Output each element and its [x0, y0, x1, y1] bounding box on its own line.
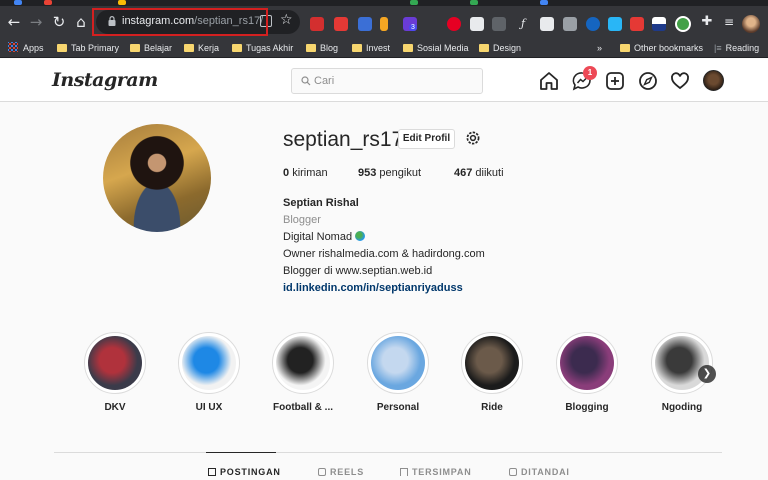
tabs-divider — [54, 452, 722, 453]
new-post-icon[interactable] — [605, 71, 625, 91]
highlights-next-chevron-icon[interactable]: ❯ — [698, 365, 716, 383]
story-highlight[interactable]: Football & ... — [272, 332, 334, 413]
instagram-header: Instagram Cari 1 — [0, 59, 768, 102]
active-tab-indicator — [206, 452, 276, 453]
story-highlight[interactable]: UI UX — [178, 332, 240, 413]
highlight-label: DKV — [104, 402, 126, 413]
highlight-cover — [560, 336, 614, 390]
posts-stat: 0 kiriman — [283, 167, 328, 179]
profile-username: septian_rs17 — [283, 128, 404, 151]
story-highlight[interactable]: DKV — [84, 332, 146, 413]
home-icon[interactable] — [539, 71, 559, 91]
highlight-ring — [651, 332, 713, 394]
reels-icon — [318, 468, 326, 476]
settings-gear-icon[interactable] — [464, 129, 482, 147]
edit-profile-button[interactable]: Edit Profil — [398, 129, 455, 149]
profile-avatar-button[interactable] — [703, 70, 724, 91]
profile-category: Blogger — [283, 214, 321, 226]
highlight-cover — [88, 336, 142, 390]
search-icon — [301, 76, 311, 86]
bio-line: Blogger di www.septian.web.id — [283, 265, 433, 277]
highlight-cover — [465, 336, 519, 390]
highlight-cover — [655, 336, 709, 390]
activity-heart-icon[interactable] — [670, 71, 690, 91]
tab-posts[interactable]: POSTINGAN — [208, 467, 281, 477]
story-highlight[interactable]: Personal — [367, 332, 429, 413]
followers-stat[interactable]: 953 pengikut — [358, 167, 421, 179]
highlight-ring — [556, 332, 618, 394]
bio-line: Digital Nomad — [283, 231, 366, 243]
following-stat[interactable]: 467 diikuti — [454, 167, 504, 179]
bookmark-icon — [400, 468, 408, 476]
highlight-label: Personal — [376, 402, 420, 413]
instagram-logo[interactable]: Instagram — [52, 69, 158, 91]
tagged-icon — [509, 468, 517, 476]
tab-tagged[interactable]: DITANDAI — [509, 467, 570, 477]
bio-line: Owner rishalmedia.com & hadirdong.com — [283, 248, 485, 260]
highlight-ring — [178, 332, 240, 394]
highlight-label: UI UX — [195, 402, 223, 413]
globe-emoji-icon — [355, 231, 366, 241]
search-input[interactable]: Cari — [291, 68, 483, 94]
profile-website-link[interactable]: id.linkedin.com/in/septianriyaduss — [283, 282, 463, 294]
highlight-ring — [84, 332, 146, 394]
highlight-cover — [182, 336, 236, 390]
messages-badge: 1 — [583, 66, 597, 80]
story-highlight[interactable]: Blogging — [556, 332, 618, 413]
tab-saved[interactable]: TERSIMPAN — [400, 467, 472, 477]
search-placeholder: Cari — [314, 75, 335, 87]
highlight-label: Blogging — [565, 402, 609, 413]
highlight-label: Ride — [481, 402, 503, 413]
highlight-cover — [371, 336, 425, 390]
highlight-ring — [367, 332, 429, 394]
highlight-ring — [272, 332, 334, 394]
highlight-cover — [276, 336, 330, 390]
highlight-label: Ngoding — [661, 402, 703, 413]
story-highlight[interactable]: Ngoding — [651, 332, 713, 413]
profile-full-name: Septian Rishal — [283, 197, 359, 209]
highlight-ring — [461, 332, 523, 394]
grid-icon — [208, 468, 216, 476]
highlight-label: Football & ... — [273, 402, 333, 413]
story-highlight[interactable]: Ride — [461, 332, 523, 413]
explore-compass-icon[interactable] — [638, 71, 658, 91]
profile-picture[interactable] — [103, 124, 211, 232]
tab-reels[interactable]: REELS — [318, 467, 364, 477]
